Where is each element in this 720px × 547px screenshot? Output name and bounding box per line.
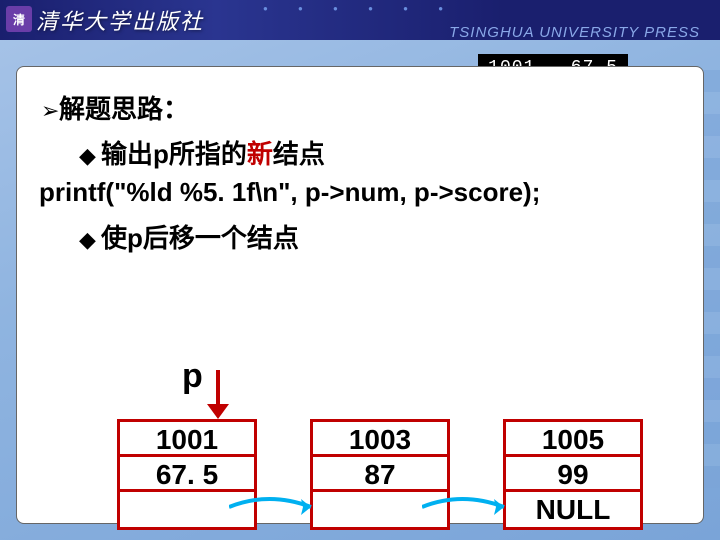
- node-1-num: 1001: [120, 422, 254, 457]
- slide-header: 清 清华大学出版社 ● ● ● ● ● ● TSINGHUA UNIVERSIT…: [0, 0, 720, 40]
- publisher-name-en: TSINGHUA UNIVERSITY PRESS: [449, 24, 700, 41]
- bullet-2-text: 使p后移一个结点: [101, 218, 299, 255]
- pointer-label: p: [182, 357, 203, 396]
- content-card: ➢ 解题思路： ◆ 输出p所指的新结点 printf("%ld %5. 1f\n…: [16, 66, 704, 524]
- bullet-1-prefix: 输出p所指的: [101, 139, 247, 169]
- heading-text: 解题思路：: [59, 89, 189, 126]
- publisher-name-zh: 清华大学出版社: [36, 4, 204, 36]
- node-3-score: 99: [506, 457, 640, 492]
- heading-row: ➢ 解题思路：: [41, 89, 679, 126]
- triangle-bullet-icon: ➢: [41, 98, 59, 124]
- slide: 清 清华大学出版社 ● ● ● ● ● ● TSINGHUA UNIVERSIT…: [0, 0, 720, 540]
- bullet-1-text: 输出p所指的新结点: [101, 134, 325, 171]
- bullet-line-2: ◆ 使p后移一个结点: [79, 218, 679, 255]
- node-3-next: NULL: [506, 492, 640, 527]
- node-2-score: 87: [313, 457, 447, 492]
- bullet-1-emphasis: 新: [247, 139, 273, 169]
- bullet-line-1: ◆ 输出p所指的新结点: [79, 134, 679, 171]
- decorative-dots: ● ● ● ● ● ●: [263, 4, 457, 13]
- node-3-num: 1005: [506, 422, 640, 457]
- node-2-num: 1003: [313, 422, 447, 457]
- diamond-bullet-icon: ◆: [79, 227, 101, 253]
- node-3: 1005 99 NULL: [503, 419, 643, 530]
- linked-list-diagram: p 1001 67. 5 1003 87 1005 99 NULL: [107, 367, 647, 547]
- pointer-line: [216, 370, 220, 408]
- decorative-stripes: [702, 68, 720, 488]
- diamond-bullet-icon: ◆: [79, 143, 101, 169]
- code-line: printf("%ld %5. 1f\n", p->num, p->score)…: [39, 177, 679, 208]
- pointer-arrowhead-icon: [207, 404, 229, 419]
- publisher-logo-icon: 清: [6, 6, 32, 32]
- node-1-score: 67. 5: [120, 457, 254, 492]
- bullet-1-suffix: 结点: [273, 139, 325, 169]
